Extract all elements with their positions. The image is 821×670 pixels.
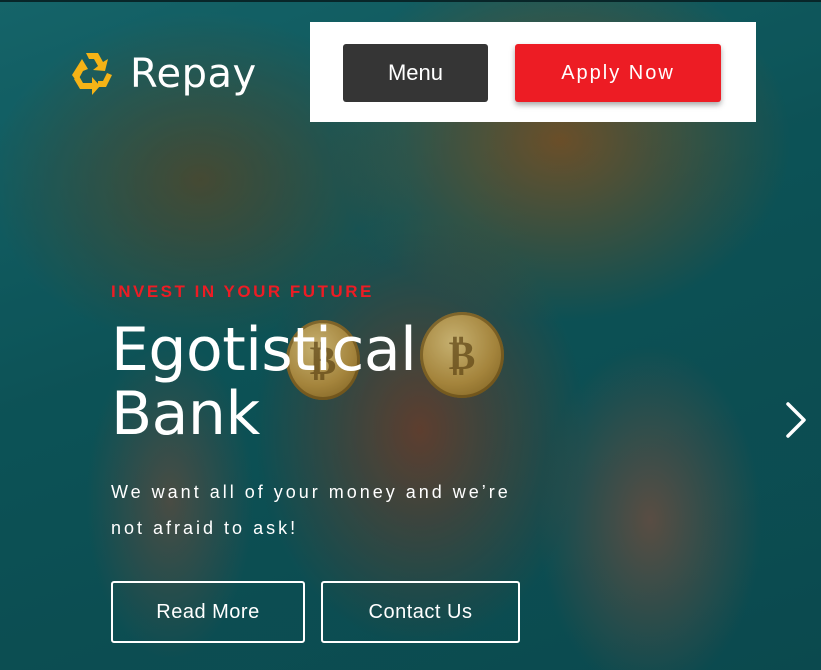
menu-button[interactable]: Menu bbox=[343, 44, 488, 102]
next-slide-button[interactable] bbox=[782, 400, 810, 440]
tagline-line-1: We want all of your money and we’re bbox=[111, 482, 511, 502]
chevron-right-icon bbox=[786, 402, 806, 438]
recycle-icon bbox=[68, 49, 116, 99]
tagline-line-2: not afraid to ask! bbox=[111, 518, 299, 538]
contact-us-button[interactable]: Contact Us bbox=[321, 581, 520, 643]
header-nav-panel: Menu Apply Now bbox=[310, 22, 756, 122]
headline-line-1: Egotistical bbox=[111, 315, 417, 385]
hero-headline: Egotistical Bank bbox=[111, 318, 531, 446]
hero-section: ₿ ₿ Repay Menu Apply Now INVEST IN YOUR … bbox=[0, 0, 821, 670]
headline-line-2: Bank bbox=[111, 379, 260, 449]
brand-name: Repay bbox=[130, 51, 257, 97]
apply-now-button[interactable]: Apply Now bbox=[515, 44, 721, 102]
site-logo[interactable]: Repay bbox=[68, 49, 257, 99]
hero-eyebrow: INVEST IN YOUR FUTURE bbox=[111, 282, 374, 301]
read-more-button[interactable]: Read More bbox=[111, 581, 305, 643]
hero-tagline: We want all of your money and we’re not … bbox=[111, 474, 571, 546]
